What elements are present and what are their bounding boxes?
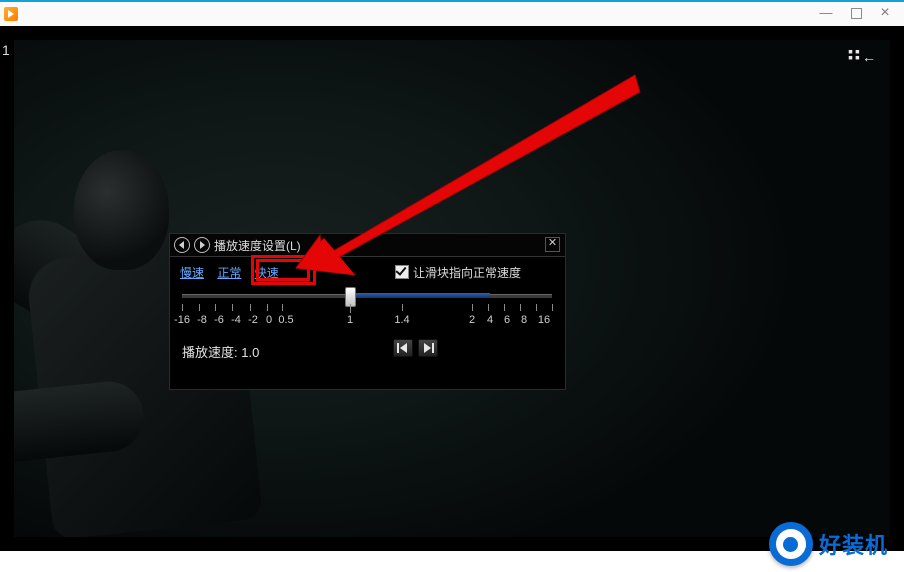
- window-minimize-button[interactable]: —: [812, 6, 840, 22]
- playback-speed-panel: 播放速度设置(L) ✕ 慢速 正常 快速 让滑块指向正常速度 -16 -8 -6…: [169, 233, 566, 390]
- panel-title: 播放速度设置(L): [214, 237, 301, 254]
- panel-header: 播放速度设置(L) ✕: [170, 234, 565, 257]
- app-icon: [4, 7, 18, 21]
- panel-next-icon[interactable]: [194, 237, 210, 253]
- overlay-number: 1: [2, 42, 10, 58]
- checkbox-label: 让滑块指向正常速度: [413, 266, 521, 280]
- preset-normal-link[interactable]: 正常: [217, 266, 241, 280]
- step-back-button[interactable]: [393, 339, 413, 357]
- watermark-text: 好装机: [819, 528, 888, 560]
- snap-checkbox-row[interactable]: 让滑块指向正常速度: [395, 264, 521, 281]
- panel-close-button[interactable]: ✕: [545, 237, 560, 252]
- panel-prev-icon[interactable]: [174, 237, 190, 253]
- slider-ticks: [182, 304, 552, 314]
- restore-view-icon[interactable]: ▪▪▪▪←: [848, 48, 878, 65]
- checkbox-checked-icon[interactable]: [395, 265, 409, 279]
- current-speed: 播放速度: 1.0: [182, 342, 259, 361]
- slider-labels: -16 -8 -6 -4 -2 0 0.5 1 1.4 2 4 6 8 16: [182, 314, 552, 328]
- slider-track-active: [350, 293, 490, 298]
- step-forward-button[interactable]: [418, 339, 438, 357]
- window-close-button[interactable]: ×: [871, 6, 899, 22]
- frame-step-buttons: [392, 339, 439, 360]
- titlebar: — ×: [0, 2, 904, 26]
- watermark: 好装机: [769, 522, 888, 566]
- window-maximize-button[interactable]: [842, 6, 870, 22]
- watermark-logo-icon: [769, 522, 813, 566]
- annotation-highlight-inner: [256, 259, 310, 281]
- preset-slow-link[interactable]: 慢速: [180, 266, 204, 280]
